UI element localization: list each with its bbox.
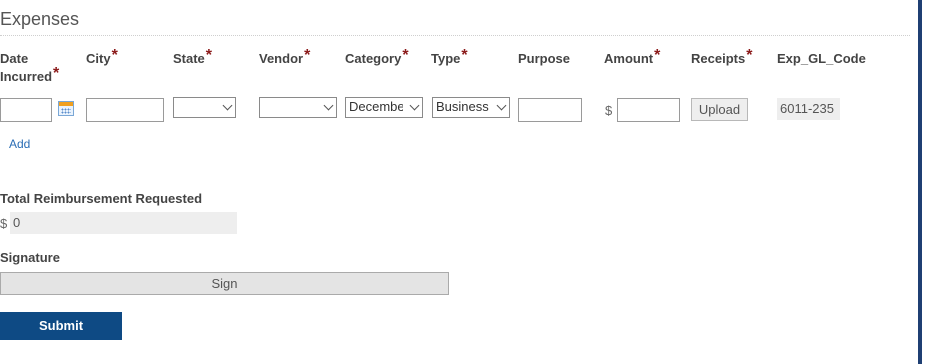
header-receipts-label: Receipts bbox=[691, 51, 746, 66]
signature-label: Signature bbox=[0, 250, 60, 265]
section-divider bbox=[0, 35, 910, 36]
header-city-label: City bbox=[86, 51, 111, 66]
total-value: 0 bbox=[10, 212, 237, 234]
header-gl-code: Exp_GL_Code bbox=[777, 50, 866, 68]
type-select[interactable]: Business bbox=[432, 97, 510, 118]
required-marker: * bbox=[304, 47, 311, 64]
required-marker: * bbox=[53, 65, 60, 82]
vendor-select[interactable] bbox=[259, 97, 337, 118]
chevron-down-icon bbox=[222, 100, 233, 111]
window-frame-border bbox=[918, 0, 922, 364]
header-date-line1: Date bbox=[0, 51, 29, 66]
chevron-down-icon bbox=[323, 100, 334, 111]
required-marker: * bbox=[746, 47, 753, 64]
required-marker: * bbox=[461, 47, 468, 64]
section-title: Expenses bbox=[0, 9, 80, 29]
header-category: Category* bbox=[345, 47, 409, 68]
header-state-label: State bbox=[173, 51, 205, 66]
header-city: City* bbox=[86, 47, 118, 68]
header-date-line2: Incurred bbox=[0, 69, 53, 84]
header-amount: Amount* bbox=[604, 47, 661, 68]
header-purpose: Purpose bbox=[518, 50, 570, 68]
required-marker: * bbox=[402, 47, 409, 64]
header-gl-code-label: Exp_GL_Code bbox=[777, 51, 866, 66]
date-incurred-input[interactable] bbox=[0, 98, 52, 122]
total-currency: $ bbox=[0, 216, 8, 231]
amount-input[interactable] bbox=[617, 98, 680, 122]
required-marker: * bbox=[205, 47, 213, 64]
type-selected-value: Business bbox=[436, 99, 489, 114]
total-label: Total Reimbursement Requested bbox=[0, 191, 203, 206]
header-type-label: Type bbox=[431, 51, 461, 66]
required-marker: * bbox=[654, 47, 661, 64]
header-vendor: Vendor* bbox=[259, 47, 311, 68]
category-select[interactable]: Decembe bbox=[345, 97, 423, 118]
purpose-input[interactable] bbox=[518, 98, 582, 122]
upload-receipt-button[interactable]: Upload bbox=[691, 98, 748, 121]
header-vendor-label: Vendor bbox=[259, 51, 304, 66]
chevron-down-icon bbox=[496, 100, 507, 111]
submit-button[interactable]: Submit bbox=[0, 312, 122, 340]
header-amount-label: Amount bbox=[604, 51, 654, 66]
header-purpose-label: Purpose bbox=[518, 51, 571, 66]
header-category-label: Category bbox=[345, 51, 402, 66]
header-date-incurred: Date Incurred* bbox=[0, 50, 59, 86]
gl-code-value: 6011-235 bbox=[777, 98, 840, 120]
required-marker: * bbox=[111, 47, 118, 64]
header-receipts: Receipts* bbox=[691, 47, 753, 68]
calendar-icon[interactable] bbox=[58, 101, 74, 116]
city-input[interactable] bbox=[86, 98, 164, 122]
category-selected-value: Decembe bbox=[349, 99, 403, 114]
chevron-down-icon bbox=[409, 100, 420, 111]
amount-currency: $ bbox=[605, 103, 613, 118]
state-select[interactable] bbox=[173, 97, 236, 118]
sign-button[interactable]: Sign bbox=[0, 272, 449, 295]
add-row-link[interactable]: Add bbox=[9, 137, 30, 151]
header-state: State* bbox=[173, 47, 213, 68]
header-type: Type* bbox=[431, 47, 468, 68]
